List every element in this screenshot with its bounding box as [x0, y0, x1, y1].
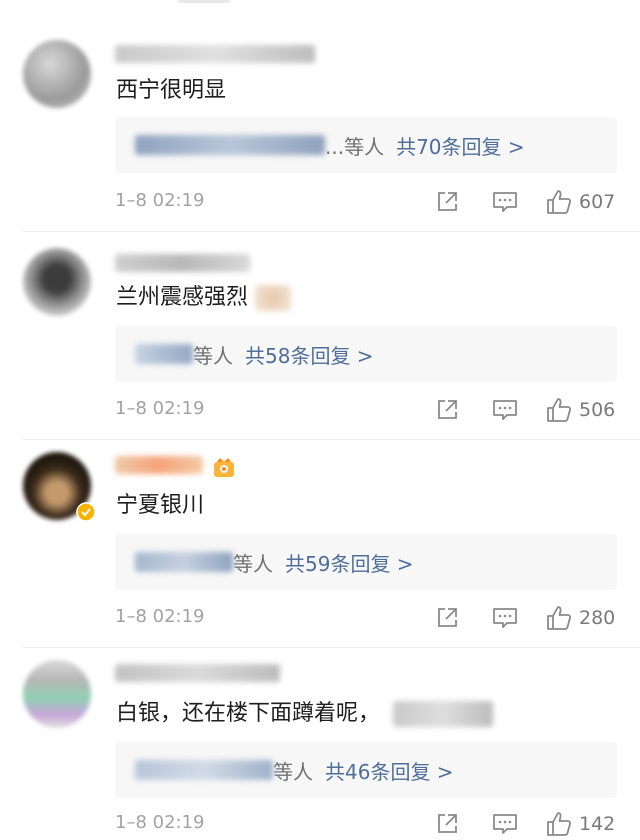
like-count: 280	[579, 607, 616, 629]
reply-preview[interactable]: ...等人 共70条回复 >	[115, 117, 617, 173]
share-icon	[438, 192, 457, 211]
username[interactable]	[115, 456, 203, 474]
emoji-image	[255, 285, 292, 311]
timestamp: 1–8 02:19	[115, 398, 205, 419]
comment-item: 宁夏银川 等人 共59条回复 > 1–8 02:19 280	[0, 440, 640, 648]
share-icon	[438, 400, 457, 419]
comment-meta: 1–8 02:19 280	[115, 602, 620, 634]
comment-meta: 1–8 02:19 506	[115, 394, 620, 426]
share-icon	[438, 814, 457, 833]
timestamp: 1–8 02:19	[115, 812, 205, 833]
reply-count-link[interactable]: 共59条回复 >	[285, 548, 414, 577]
like-button[interactable]: 506	[545, 394, 615, 426]
comment-icon	[493, 608, 517, 628]
comment-button[interactable]	[492, 186, 518, 218]
comment-button[interactable]	[492, 394, 518, 426]
timestamp: 1–8 02:19	[115, 190, 205, 211]
like-button[interactable]: 607	[545, 186, 615, 218]
reply-count-link[interactable]: 共46条回复 >	[325, 756, 454, 785]
username[interactable]	[115, 45, 315, 63]
comment-text: 兰州震感强烈	[116, 283, 292, 313]
share-button[interactable]	[435, 394, 459, 426]
share-icon	[438, 608, 457, 627]
comment-item: 兰州震感强烈 等人 共58条回复 > 1–8 02:19 506	[0, 232, 640, 440]
comment-text: 宁夏银川	[116, 493, 205, 518]
comment-meta: 1–8 02:19 142	[115, 808, 620, 840]
avatar[interactable]	[23, 248, 91, 316]
comment-item: 西宁很明显 ...等人 共70条回复 > 1–8 02:19 607	[0, 0, 640, 232]
share-button[interactable]	[435, 602, 459, 634]
like-count: 142	[579, 813, 616, 835]
reply-usernames	[135, 135, 325, 155]
reply-preview[interactable]: 等人 共46条回复 >	[115, 742, 617, 798]
share-button[interactable]	[435, 186, 459, 218]
username[interactable]	[115, 254, 250, 272]
like-count: 506	[579, 399, 616, 421]
comment-text-content: 白银，还在楼下面蹲着呢，	[116, 701, 381, 726]
thumbs-up-icon	[547, 812, 572, 836]
comment-text: 西宁很明显	[116, 78, 227, 103]
thumbs-up-icon	[547, 190, 572, 214]
avatar[interactable]	[23, 40, 91, 108]
comment-text: 白银，还在楼下面蹲着呢，	[116, 699, 494, 729]
reply-suffix: ...等人	[325, 134, 385, 159]
comment-button[interactable]	[492, 602, 518, 634]
thumbs-up-icon	[547, 398, 572, 422]
username[interactable]	[115, 664, 280, 682]
like-button[interactable]: 142	[545, 808, 615, 840]
reply-usernames	[135, 344, 193, 364]
reply-usernames	[135, 760, 273, 780]
comment-button[interactable]	[492, 808, 518, 840]
reply-count-link[interactable]: 共58条回复 >	[245, 340, 374, 369]
reply-suffix: 等人	[233, 551, 273, 576]
comment-icon	[493, 192, 517, 212]
thumbs-up-icon	[547, 606, 572, 630]
fan-badge-icon	[214, 458, 234, 477]
comment-icon	[493, 400, 517, 420]
comment-meta: 1–8 02:19 607	[115, 186, 620, 218]
reply-usernames	[135, 552, 233, 572]
avatar[interactable]	[23, 660, 91, 728]
share-button[interactable]	[435, 808, 459, 840]
reply-preview[interactable]: 等人 共58条回复 >	[115, 326, 617, 382]
comment-text-content: 兰州震感强烈	[116, 285, 249, 310]
timestamp: 1–8 02:19	[115, 606, 205, 627]
reply-count-link[interactable]: 共70条回复 >	[396, 131, 525, 160]
like-button[interactable]: 280	[545, 602, 615, 634]
redacted-text	[393, 701, 494, 727]
comment-item: 白银，还在楼下面蹲着呢， 等人 共46条回复 > 1–8 02:19 142	[0, 648, 640, 840]
verified-icon	[76, 502, 96, 522]
reply-preview[interactable]: 等人 共59条回复 >	[115, 534, 617, 590]
reply-suffix: 等人	[273, 759, 313, 784]
reply-suffix: 等人	[193, 343, 233, 368]
comment-icon	[493, 814, 517, 834]
like-count: 607	[579, 191, 616, 213]
